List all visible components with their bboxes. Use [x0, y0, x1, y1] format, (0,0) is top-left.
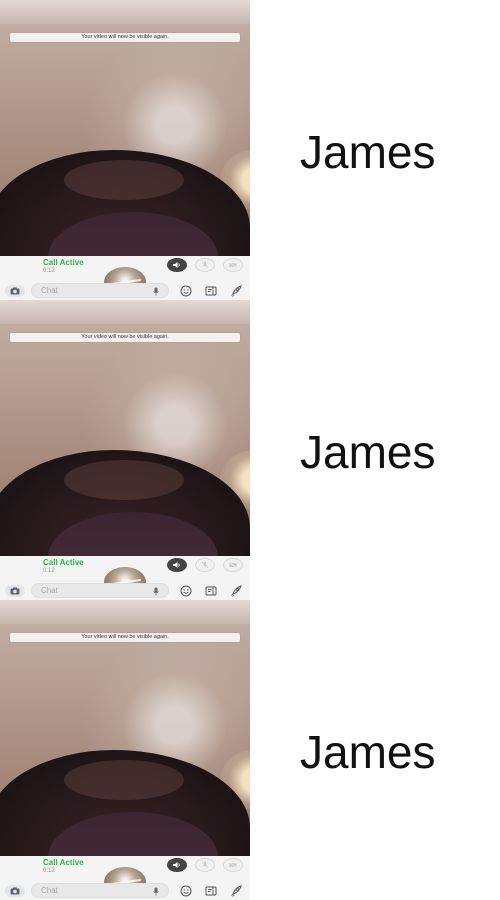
emoji-icon[interactable] [179, 284, 193, 298]
phone-screen: Your video will now be visible again. Ca… [0, 300, 250, 600]
video-visible-toast: Your video will now be visible again. [10, 33, 240, 42]
rocket-icon[interactable] [229, 884, 243, 898]
chat-placeholder: Chat [41, 886, 58, 895]
hair-shine [64, 160, 184, 200]
sticker-icon[interactable] [204, 284, 218, 298]
call-timer: 0:12 [43, 568, 55, 574]
video-top-strip [0, 300, 250, 324]
sticker-icon[interactable] [204, 884, 218, 898]
call-controls: Call Active 0:12 Chat [0, 556, 250, 600]
microphone-icon[interactable] [152, 887, 160, 896]
chat-input[interactable]: Chat [31, 583, 169, 598]
call-controls: Call Active 0:12 Chat [0, 256, 250, 300]
video-visible-toast: Your video will now be visible again. [10, 633, 240, 642]
camera-button[interactable] [5, 585, 25, 597]
camera-off-icon [229, 861, 237, 869]
camera-icon [10, 287, 20, 295]
call-status: Call Active [43, 858, 84, 867]
call-timer: 0:12 [43, 268, 55, 274]
camera-off-button[interactable] [223, 258, 243, 272]
emoji-icon[interactable] [179, 884, 193, 898]
hair-shine [64, 760, 184, 800]
call-status: Call Active [43, 258, 84, 267]
video-visible-toast: Your video will now be visible again. [10, 333, 240, 342]
call-status: Call Active [43, 558, 84, 567]
call-screen-panel-1: Your video will now be visible again. Ca… [0, 0, 500, 300]
call-screen-panel-2: Your video will now be visible again. Ca… [0, 300, 500, 600]
emoji-icon[interactable] [179, 584, 193, 598]
chat-placeholder: Chat [41, 586, 58, 595]
mute-mic-icon [201, 261, 209, 269]
camera-off-button[interactable] [223, 858, 243, 872]
contact-name: James [300, 126, 436, 178]
mute-mic-icon [201, 861, 209, 869]
speaker-icon [173, 262, 180, 268]
phone-screen: Your video will now be visible again. Ca… [0, 600, 250, 900]
chat-input[interactable]: Chat [31, 883, 169, 898]
camera-off-icon [229, 261, 237, 269]
phone-screen: Your video will now be visible again. Ca… [0, 0, 250, 300]
call-timer: 0:12 [43, 868, 55, 874]
rocket-icon[interactable] [229, 584, 243, 598]
camera-off-button[interactable] [223, 558, 243, 572]
call-screen-panel-3: Your video will now be visible again. Ca… [0, 600, 500, 900]
chat-input[interactable]: Chat [31, 283, 169, 298]
hair-shine [64, 460, 184, 500]
camera-icon [10, 587, 20, 595]
camera-icon [10, 887, 20, 895]
mute-button[interactable] [195, 258, 215, 272]
mute-button[interactable] [195, 858, 215, 872]
mute-mic-icon [201, 561, 209, 569]
remote-video[interactable]: Your video will now be visible again. [0, 0, 250, 256]
remote-video[interactable]: Your video will now be visible again. [0, 600, 250, 856]
video-top-strip [0, 0, 250, 24]
microphone-icon[interactable] [152, 587, 160, 596]
mute-button[interactable] [195, 558, 215, 572]
camera-button[interactable] [5, 885, 25, 897]
speaker-icon [173, 862, 180, 868]
contact-name: James [300, 426, 436, 478]
speaker-button[interactable] [167, 558, 187, 572]
call-controls: Call Active 0:12 Chat [0, 856, 250, 900]
speaker-icon [173, 562, 180, 568]
camera-button[interactable] [5, 285, 25, 297]
microphone-icon[interactable] [152, 287, 160, 296]
camera-off-icon [229, 561, 237, 569]
speaker-button[interactable] [167, 858, 187, 872]
chat-placeholder: Chat [41, 286, 58, 295]
speaker-button[interactable] [167, 258, 187, 272]
contact-name: James [300, 726, 436, 778]
remote-video[interactable]: Your video will now be visible again. [0, 300, 250, 556]
sticker-icon[interactable] [204, 584, 218, 598]
rocket-icon[interactable] [229, 284, 243, 298]
video-top-strip [0, 600, 250, 624]
